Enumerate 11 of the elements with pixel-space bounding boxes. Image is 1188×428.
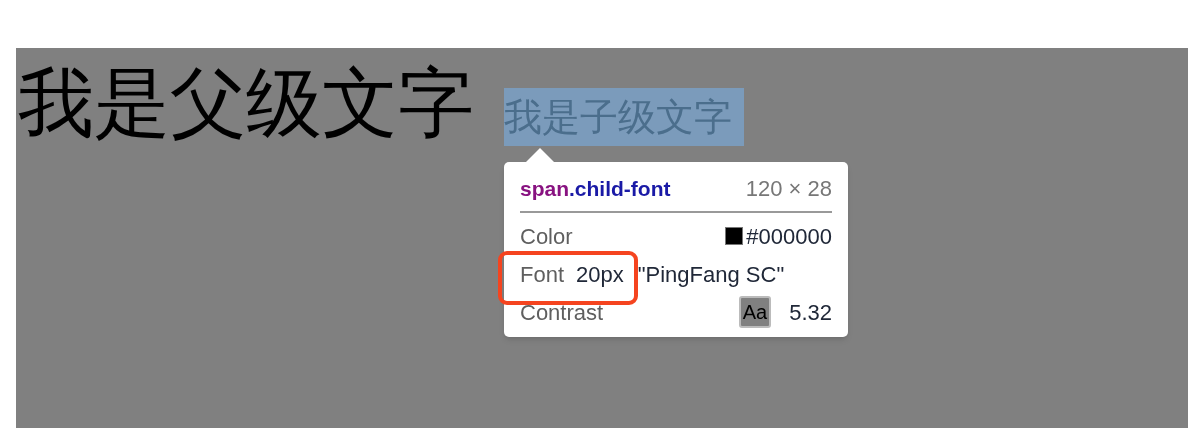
property-label: Color bbox=[520, 222, 573, 251]
font-family-value: "PingFang SC" bbox=[637, 260, 785, 289]
property-label: Font bbox=[520, 260, 565, 289]
property-label: Contrast bbox=[520, 298, 604, 327]
font-size-value: 20px bbox=[576, 260, 624, 289]
property-value: #000000 bbox=[746, 222, 832, 251]
element-size: 120 × 28 bbox=[745, 175, 832, 203]
property-value: 5.32 bbox=[789, 298, 832, 327]
element-selector: span.child-font bbox=[520, 175, 671, 202]
parent-text: 我是父级文字 bbox=[18, 59, 474, 147]
contrast-sample: Aa bbox=[738, 296, 772, 328]
